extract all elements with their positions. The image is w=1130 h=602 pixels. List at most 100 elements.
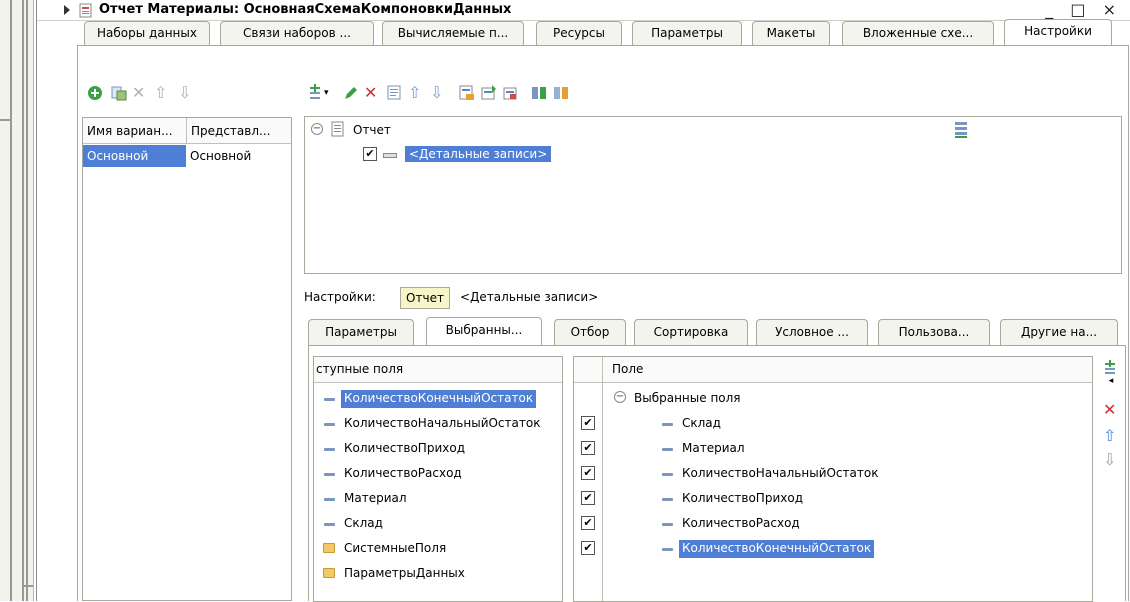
field-icon — [662, 423, 673, 426]
move-down-icon[interactable]: ⇩ — [1103, 452, 1119, 468]
field-label: КоличествоКонечныйОстаток — [341, 390, 537, 408]
delete-icon[interactable]: ✕ — [364, 84, 382, 102]
field-checkbox[interactable]: ✔ — [581, 466, 595, 480]
table-row[interactable]: ✔ КоличествоНачальныйОстаток — [574, 462, 1092, 486]
tab-datasets[interactable]: Наборы данных — [84, 21, 210, 45]
structure-view-icon[interactable] — [953, 121, 969, 139]
tab-nested-schemas[interactable]: Вложенные схе... — [842, 21, 994, 45]
import-icon[interactable] — [480, 84, 498, 102]
subtab-selected-fields[interactable]: Выбранны... — [426, 317, 542, 347]
settings-sub-tab-strip: Параметры Выбранны... Отбор Сортировка У… — [308, 317, 1126, 347]
report-settings-icon[interactable] — [458, 84, 476, 102]
tab-resources[interactable]: Ресурсы — [536, 21, 622, 45]
field-icon — [662, 448, 673, 451]
variant-presentation-cell[interactable]: Основной — [190, 149, 251, 163]
tab-layouts[interactable]: Макеты — [752, 21, 830, 45]
subtab-user-fields[interactable]: Пользова... — [878, 319, 990, 346]
dropdown-arrow-icon[interactable]: ◂ — [1103, 376, 1119, 392]
window-controls[interactable]: _ □ × — [1045, 0, 1122, 19]
collapse-icon[interactable]: − — [614, 391, 626, 403]
tab-dataset-links[interactable]: Связи наборов ... — [220, 21, 374, 45]
tree-node-report[interactable]: − Отчет — [311, 121, 611, 143]
column-header-field[interactable]: Поле — [612, 362, 643, 376]
field-icon — [662, 523, 673, 526]
settings-context-link[interactable]: <Детальные записи> — [460, 290, 598, 304]
move-down-icon[interactable]: ⇩ — [430, 84, 448, 102]
subtab-filter[interactable]: Отбор — [554, 319, 626, 346]
list-item[interactable]: Склад — [314, 512, 562, 536]
field-label: КоличествоРасход — [682, 516, 800, 530]
field-checkbox[interactable]: ✔ — [581, 541, 595, 555]
table-row[interactable]: ✔ Склад — [574, 412, 1092, 436]
folder-label: ПараметрыДанных — [344, 566, 465, 580]
field-label: КоличествоНачальныйОстаток — [344, 416, 541, 430]
list-item[interactable]: ПараметрыДанных — [314, 562, 562, 586]
add-icon[interactable] — [86, 84, 104, 102]
ungroup-icon[interactable] — [552, 84, 570, 102]
subtab-other-settings[interactable]: Другие на... — [1000, 319, 1118, 346]
variant-name-cell[interactable]: Основной — [83, 145, 186, 167]
table-row[interactable]: ✔ Материал — [574, 437, 1092, 461]
expand-arrow-icon[interactable] — [64, 5, 70, 15]
field-checkbox[interactable]: ✔ — [581, 416, 595, 430]
list-item[interactable]: КоличествоНачальныйОстаток — [314, 412, 562, 436]
field-checkbox[interactable]: ✔ — [581, 491, 595, 505]
dropdown-arrow-icon[interactable]: ▾ — [324, 84, 342, 102]
settings-label: Настройки: — [304, 290, 376, 304]
edit-icon[interactable] — [342, 84, 360, 102]
table-row[interactable]: ✔ КоличествоКонечныйОстаток — [574, 537, 1092, 561]
properties-icon[interactable] — [386, 84, 404, 102]
field-label: КоличествоКонечныйОстаток — [677, 539, 876, 559]
field-label: Материал — [344, 491, 407, 505]
move-up-icon[interactable]: ⇧ — [1103, 428, 1119, 444]
add-field-icon[interactable] — [1103, 360, 1119, 376]
column-header-name[interactable]: Имя вариан... — [87, 124, 185, 138]
check-column-header — [574, 357, 603, 383]
list-item[interactable]: КоличествоРасход — [314, 462, 562, 486]
field-label: КоличествоПриход — [682, 491, 803, 505]
tab-calculated-fields[interactable]: Вычисляемые п... — [382, 21, 524, 45]
export-icon[interactable] — [502, 84, 520, 102]
field-checkbox[interactable]: ✔ — [581, 516, 595, 530]
column-separator[interactable] — [186, 118, 187, 144]
frame-divider — [22, 585, 33, 587]
copy-icon[interactable] — [110, 84, 128, 102]
field-icon — [324, 473, 335, 476]
list-item[interactable]: СистемныеПоля — [314, 537, 562, 561]
tree-group-row[interactable]: − Выбранные поля — [574, 387, 1092, 411]
tree-node-label: <Детальные записи> — [405, 146, 552, 162]
delete-icon[interactable]: ✕ — [132, 84, 150, 102]
selected-fields-tree: Поле − Выбранные поля ✔ Склад ✔ Материал… — [573, 356, 1093, 602]
move-down-icon[interactable]: ⇩ — [178, 84, 196, 102]
list-item[interactable]: КоличествоКонечныйОстаток — [314, 387, 562, 411]
field-icon — [324, 448, 335, 451]
table-row[interactable]: ✔ КоличествоПриход — [574, 487, 1092, 511]
field-icon — [324, 398, 335, 401]
folder-label: СистемныеПоля — [344, 541, 447, 555]
move-up-icon[interactable]: ⇧ — [154, 84, 172, 102]
list-item[interactable]: Материал — [314, 487, 562, 511]
available-fields-tree: ступные поля КоличествоКонечныйОстаток К… — [313, 356, 563, 602]
folder-icon — [323, 543, 335, 553]
tree-node-detail-records[interactable]: ✔ <Детальные записи> — [363, 145, 763, 167]
delete-icon[interactable]: ✕ — [1103, 402, 1119, 418]
subtab-sorting[interactable]: Сортировка — [634, 319, 748, 346]
field-checkbox[interactable]: ✔ — [581, 441, 595, 455]
tab-parameters[interactable]: Параметры — [632, 21, 742, 45]
group-icon[interactable] — [530, 84, 548, 102]
list-item[interactable]: КоличествоПриход — [314, 437, 562, 461]
frame-divider — [10, 0, 12, 601]
report-settings-button[interactable]: Отчет — [400, 287, 450, 309]
move-up-icon[interactable]: ⇧ — [408, 84, 426, 102]
subtab-parameters[interactable]: Параметры — [308, 319, 414, 346]
collapse-icon[interactable]: − — [311, 123, 323, 135]
tree-node-checkbox[interactable]: ✔ — [363, 147, 377, 161]
variants-table-header: Имя вариан... Представл... — [83, 118, 291, 144]
subtab-conditional-format[interactable]: Условное ... — [756, 319, 868, 346]
tab-settings[interactable]: Настройки — [1004, 19, 1112, 46]
table-row[interactable]: ✔ КоличествоРасход — [574, 512, 1092, 536]
column-header-presentation[interactable]: Представл... — [191, 124, 289, 138]
tree-node-label: Отчет — [353, 123, 391, 137]
structure-toolbar: ▾ ✕ ⇧ ⇩ — [308, 84, 708, 106]
table-row[interactable]: Основной Основной — [83, 145, 291, 167]
